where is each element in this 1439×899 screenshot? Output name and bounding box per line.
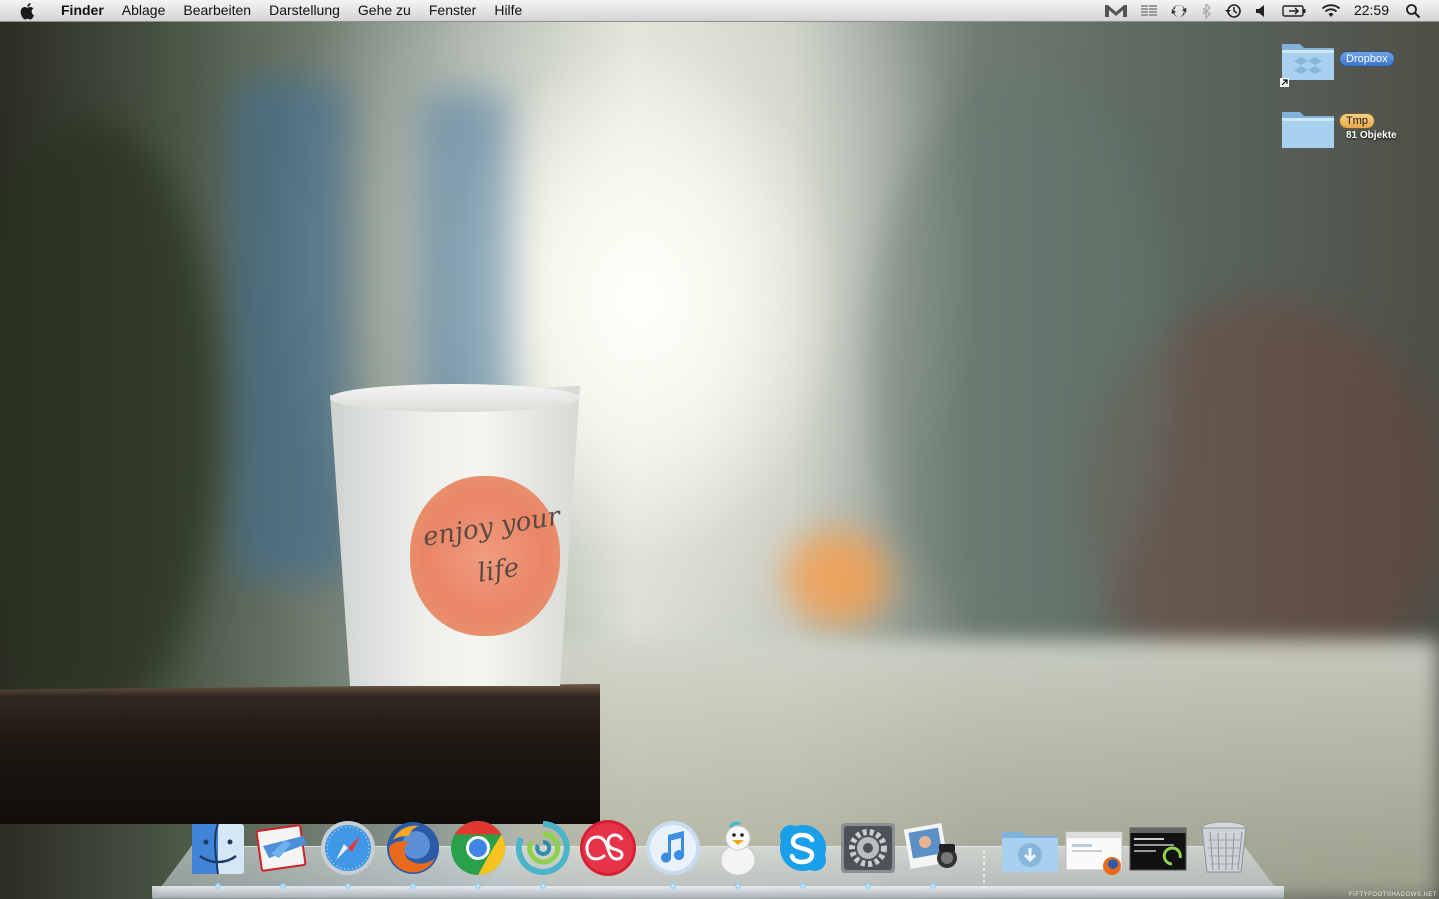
safari-compass-icon [321, 821, 375, 875]
volume-icon[interactable] [1248, 0, 1274, 21]
dock-edge [152, 886, 1284, 898]
menu-gehe-zu[interactable]: Gehe zu [349, 0, 420, 21]
dock-app-itunes[interactable] [643, 818, 703, 878]
downloads-folder-icon [1002, 832, 1058, 872]
swirl-icon [515, 821, 570, 875]
dock-trash[interactable] [1194, 818, 1254, 878]
running-indicator [735, 883, 741, 889]
desktop-icon-label: Dropbox [1340, 52, 1394, 66]
firefox-icon [387, 822, 439, 874]
desktop-icon-info: 81 Objekte [1346, 130, 1397, 141]
chrome-icon [451, 821, 506, 875]
menu-fenster[interactable]: Fenster [420, 0, 485, 21]
spotlight-search-icon[interactable] [1399, 0, 1439, 21]
bluetooth-icon[interactable] [1194, 0, 1218, 21]
menu-finder[interactable]: Finder [52, 0, 113, 21]
running-indicator [215, 883, 221, 889]
skype-icon [780, 825, 826, 871]
running-indicator [410, 883, 416, 889]
running-indicator [800, 883, 806, 889]
adium-duck-icon [720, 821, 756, 876]
menu-bar: Finder Ablage Bearbeiten Darstellung Geh… [0, 0, 1439, 22]
dock-app-coherence[interactable] [513, 818, 573, 878]
menu-meter-icon[interactable] [1134, 0, 1164, 21]
trash-icon [1201, 821, 1247, 873]
finder-icon [192, 823, 244, 875]
desktop-icon-label: Tmp [1340, 114, 1374, 128]
running-indicator [540, 883, 546, 889]
gmail-icon[interactable] [1098, 0, 1134, 21]
running-indicator [345, 883, 351, 889]
dock-stack-downloads[interactable] [1000, 818, 1060, 878]
running-indicator [865, 883, 871, 889]
menu-ablage[interactable]: Ablage [113, 0, 175, 21]
iphoto-icon [903, 823, 957, 869]
running-indicator [475, 883, 481, 889]
terminal-window-icon [1129, 827, 1187, 871]
running-indicator [670, 883, 676, 889]
folder-icon [1282, 112, 1334, 148]
desktop-wallpaper: enjoy your life [0, 0, 1439, 899]
lastfm-icon [580, 820, 636, 876]
alias-arrow-icon [1280, 78, 1289, 87]
apple-menu-icon[interactable] [18, 2, 38, 20]
dock-window-terminal[interactable] [1128, 818, 1188, 878]
dock-app-finder[interactable] [188, 818, 248, 878]
dropbox-folder-icon [1282, 44, 1334, 80]
dock-window-firefox[interactable] [1064, 818, 1124, 878]
menu-darstellung[interactable]: Darstellung [260, 0, 349, 21]
dock-app-mail[interactable] [253, 818, 313, 878]
dock-app-chrome[interactable] [448, 818, 508, 878]
dock-app-firefox[interactable] [383, 818, 443, 878]
dock-app-safari[interactable] [318, 818, 378, 878]
dock-app-skype[interactable] [773, 818, 833, 878]
dock-app-lastfm[interactable] [578, 818, 638, 878]
wifi-icon[interactable] [1314, 0, 1348, 21]
desktop-icon-dropbox[interactable]: Dropbox [1280, 38, 1410, 102]
window-thumbnail-icon [1065, 831, 1123, 875]
wallpaper-watermark: FIFTYFOOTSHADOWS.NET [1349, 892, 1437, 898]
dock-app-adium[interactable] [708, 818, 768, 878]
dock-separator [983, 850, 985, 890]
menu-clock[interactable]: 22:59 [1348, 0, 1399, 21]
desktop-icon-tmp[interactable]: Tmp 81 Objekte [1280, 106, 1410, 170]
menu-hilfe[interactable]: Hilfe [485, 0, 531, 21]
dock-app-system-preferences[interactable] [838, 818, 898, 878]
time-machine-icon[interactable] [1218, 0, 1248, 21]
running-indicator [280, 883, 286, 889]
sync-icon[interactable] [1164, 0, 1194, 21]
mail-icon [255, 824, 307, 872]
menu-bearbeiten[interactable]: Bearbeiten [174, 0, 260, 21]
running-indicator [930, 883, 936, 889]
gear-icon [841, 823, 895, 873]
itunes-icon [646, 821, 700, 875]
battery-icon[interactable] [1274, 0, 1314, 21]
dock-app-iphoto[interactable] [903, 818, 963, 878]
